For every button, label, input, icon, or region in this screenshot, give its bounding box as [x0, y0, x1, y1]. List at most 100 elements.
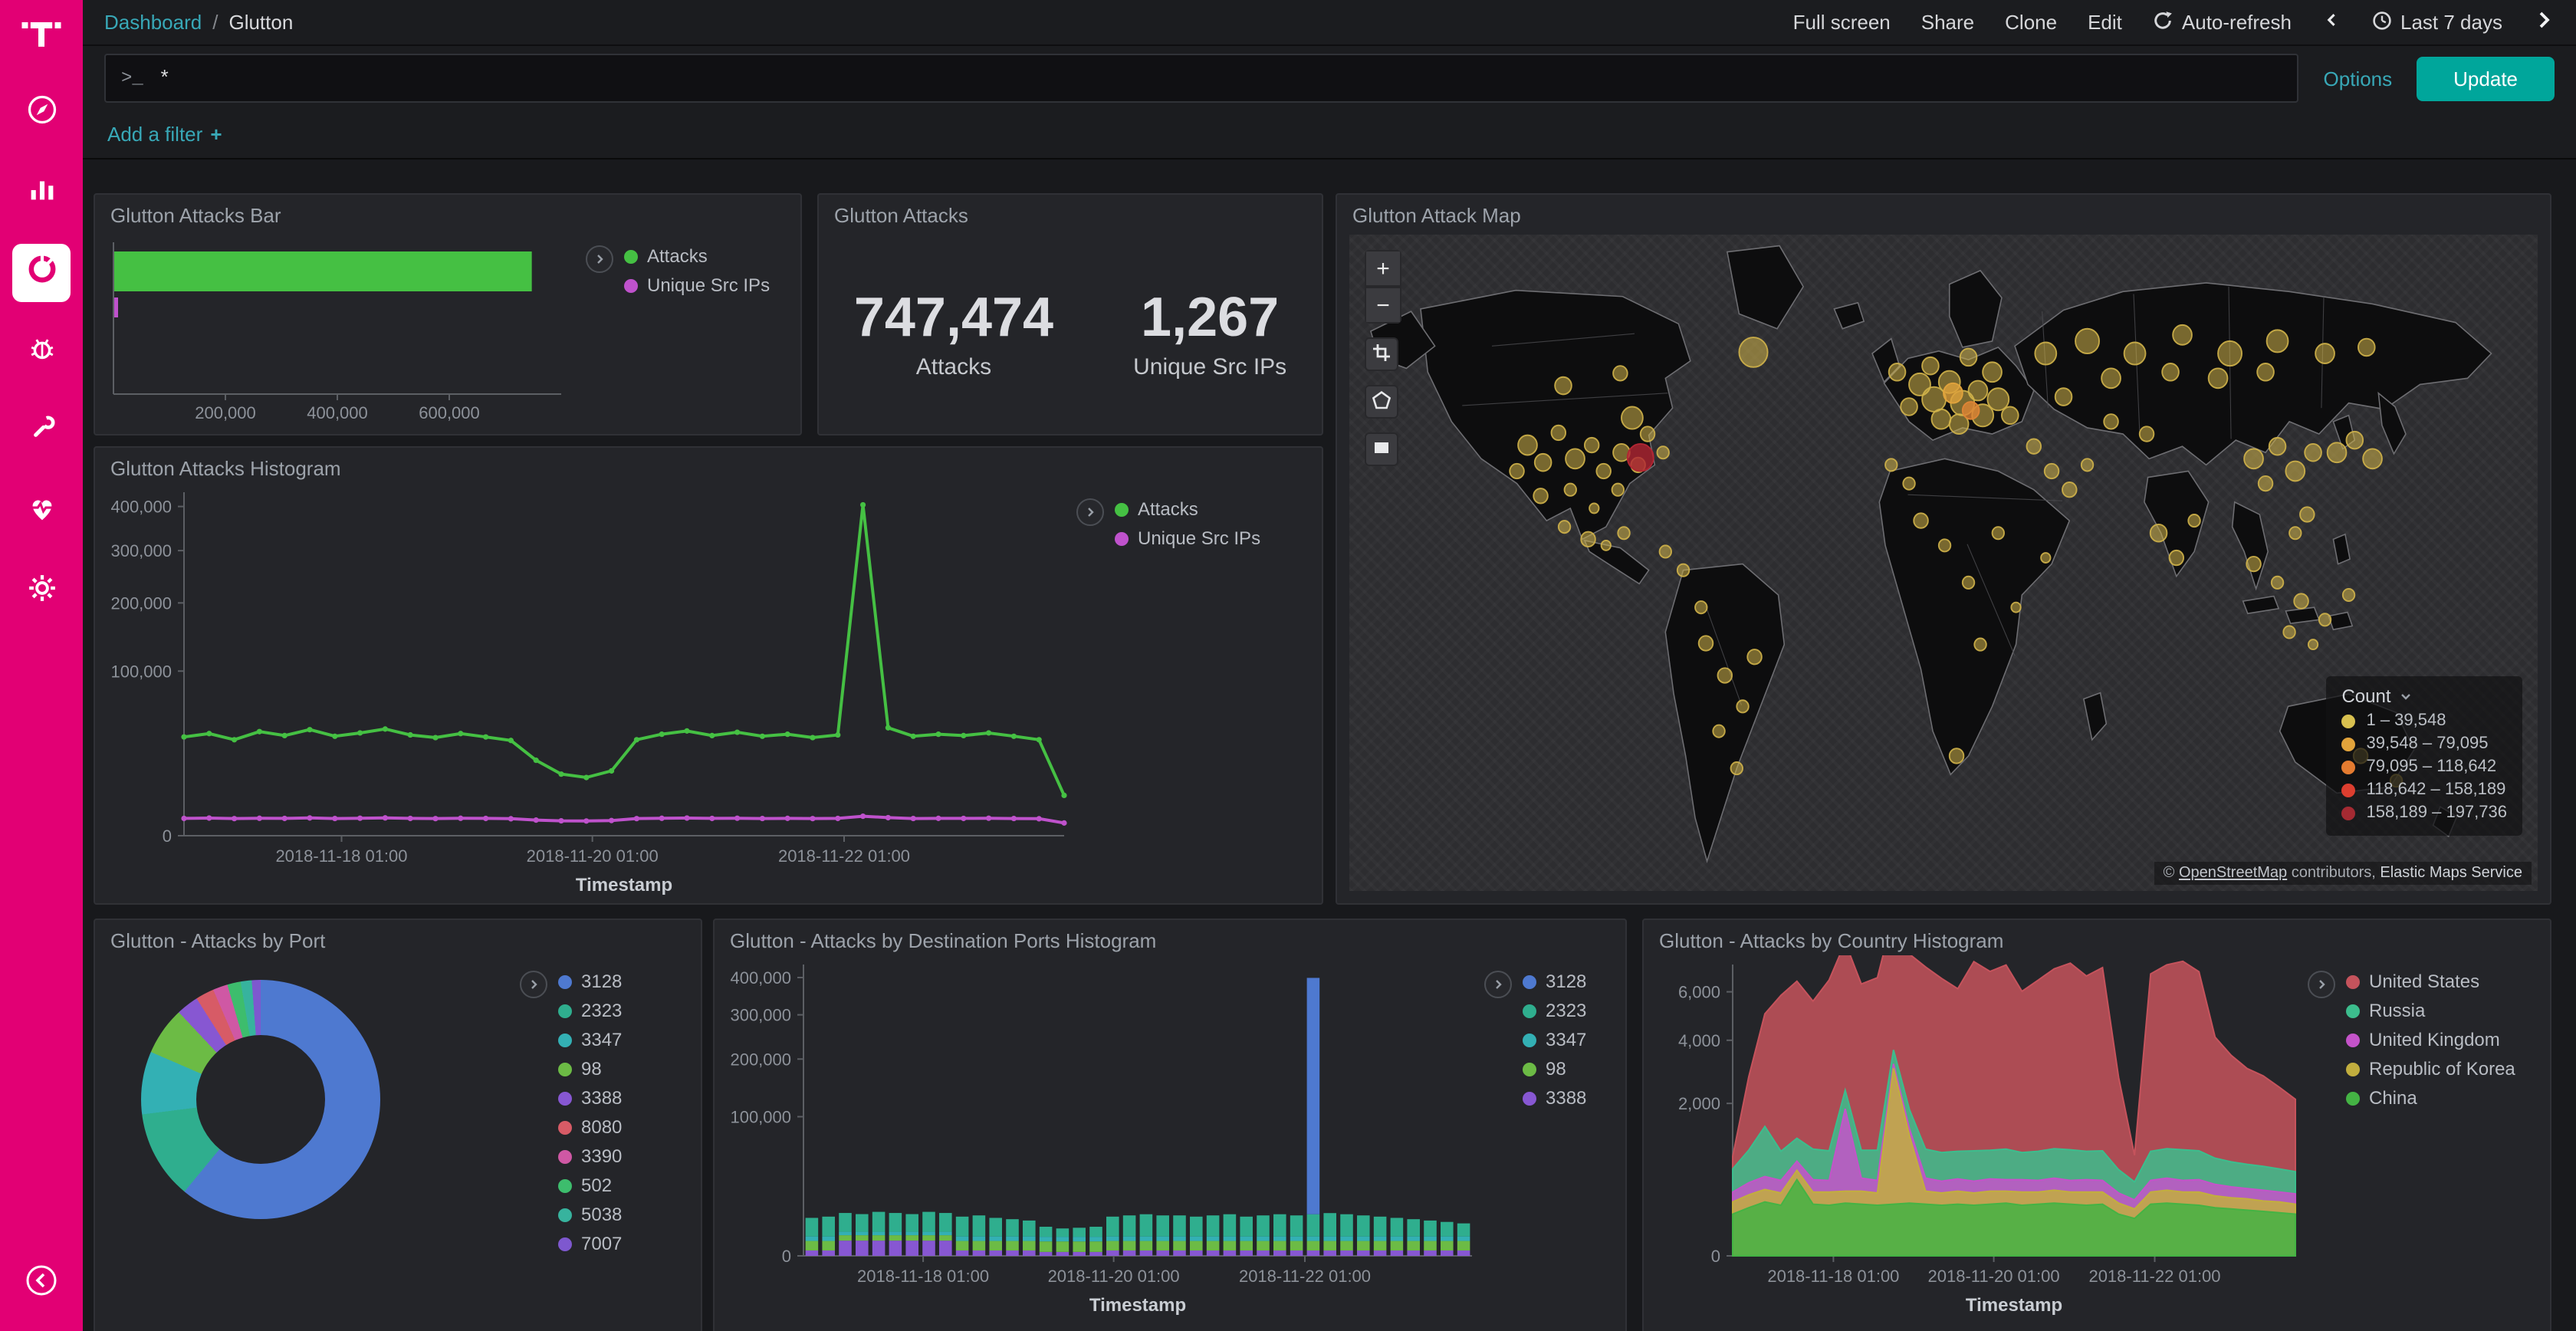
legend-label: 7007	[581, 1233, 622, 1254]
attack-bubble	[1983, 362, 2002, 382]
legend-item[interactable]: Russia	[2346, 1000, 2515, 1021]
legend-item[interactable]: 3390	[558, 1145, 622, 1167]
svg-text:2018-11-18 01:00: 2018-11-18 01:00	[857, 1267, 989, 1286]
attack-bubble	[1618, 527, 1630, 539]
attack-map[interactable]: + −	[1349, 235, 2538, 891]
query-options-link[interactable]: Options	[2324, 67, 2393, 90]
sidebar-item-management[interactable]	[12, 563, 71, 621]
sidebar-item-monitoring[interactable]	[12, 483, 71, 541]
legend-item[interactable]: 2323	[1523, 1000, 1586, 1021]
legend-item[interactable]: Attacks	[1115, 498, 1260, 520]
attack-bubble	[1677, 564, 1690, 577]
clone-button[interactable]: Clone	[2005, 11, 2057, 34]
attack-bubble	[2101, 368, 2121, 388]
legend-item[interactable]: 98	[1523, 1058, 1586, 1080]
sidebar-item-dashboard[interactable]	[12, 244, 71, 302]
legend-toggle-icon[interactable]	[520, 971, 547, 998]
legend-label: Russia	[2369, 1000, 2425, 1021]
auto-refresh-label: Auto-refresh	[2182, 11, 2292, 34]
update-button[interactable]: Update	[2417, 56, 2555, 100]
legend-toggle-icon[interactable]	[2308, 971, 2335, 998]
legend-toggle-icon[interactable]	[1484, 971, 1512, 998]
legend-toggle-icon[interactable]	[586, 245, 613, 273]
map-legend-item: 158,189 – 197,736	[2341, 804, 2507, 822]
legend-item[interactable]: 2323	[558, 1000, 622, 1021]
auto-refresh-button[interactable]: Auto-refresh	[2153, 10, 2292, 35]
panel-title: Glutton Attack Map	[1337, 195, 2550, 230]
legend-item[interactable]: 8080	[558, 1116, 622, 1138]
legend-item[interactable]: Unique Src IPs	[624, 274, 770, 296]
map-legend-color-dot	[2341, 737, 2355, 751]
panel-title: Glutton - Attacks by Destination Ports H…	[715, 920, 1625, 955]
legend-label: 3128	[1546, 971, 1586, 992]
legend-item[interactable]: United States	[2346, 971, 2515, 992]
legend-label: 98	[581, 1058, 602, 1080]
map-crop-tool-button[interactable]	[1365, 337, 1398, 371]
legend-label: 502	[581, 1175, 612, 1196]
legend-item[interactable]: 502	[558, 1175, 622, 1196]
legend-item[interactable]: 3347	[1523, 1029, 1586, 1050]
attack-bubble	[1969, 381, 1988, 401]
attribution-prefix: ©	[2164, 865, 2179, 882]
legend-item[interactable]: Attacks	[624, 245, 770, 267]
attack-bubble	[2285, 462, 2305, 481]
breadcrumb-dashboard-link[interactable]: Dashboard	[104, 11, 202, 34]
legend-toggle-icon[interactable]	[1076, 498, 1104, 526]
legend-item[interactable]: Republic of Korea	[2346, 1058, 2515, 1080]
legend-item[interactable]: Unique Src IPs	[1115, 527, 1260, 549]
legend-item[interactable]: 98	[558, 1058, 622, 1080]
attack-bubble	[2150, 524, 2167, 542]
full-screen-button[interactable]: Full screen	[1793, 11, 1891, 34]
time-range-picker[interactable]: Last 7 days	[2371, 10, 2502, 35]
bug-icon	[24, 331, 59, 374]
legend-item[interactable]: 7007	[558, 1233, 622, 1254]
legend-item[interactable]: 3347	[558, 1029, 622, 1050]
svg-text:0: 0	[1711, 1247, 1720, 1266]
legend-color-dot	[558, 1004, 572, 1017]
map-zoom-in-button[interactable]: +	[1365, 250, 1401, 287]
legend-color-dot	[558, 1120, 572, 1134]
osm-link[interactable]: OpenStreetMap	[2179, 865, 2287, 882]
chevron-down-icon[interactable]	[2400, 685, 2413, 707]
svg-text:200,000: 200,000	[195, 403, 256, 422]
panel-title: Glutton Attacks	[819, 195, 1322, 230]
breadcrumb-current: Glutton	[228, 11, 293, 34]
legend-label: United Kingdom	[2369, 1029, 2500, 1050]
map-polygon-tool-button[interactable]	[1365, 385, 1398, 419]
legend-item[interactable]: 3388	[1523, 1087, 1586, 1109]
time-back-button[interactable]	[2322, 11, 2341, 34]
map-rectangle-tool-button[interactable]	[1365, 432, 1398, 466]
svg-text:Timestamp: Timestamp	[1089, 1295, 1186, 1316]
legend-item[interactable]: 3128	[1523, 971, 1586, 992]
filter-bar: Add a filter+	[83, 110, 2576, 159]
legend-item[interactable]: United Kingdom	[2346, 1029, 2515, 1050]
time-forward-button[interactable]	[2533, 9, 2555, 35]
chart-legend: Attacks Unique Src IPs	[586, 230, 800, 434]
tmobile-logo[interactable]	[18, 12, 64, 60]
share-button[interactable]: Share	[1921, 11, 1974, 34]
attack-bubble	[2209, 368, 2228, 388]
map-zoom-out-button[interactable]: −	[1365, 287, 1401, 324]
sidebar-item-discover[interactable]	[12, 84, 71, 143]
svg-text:400,000: 400,000	[110, 498, 172, 517]
attack-bubble-hot	[1628, 444, 1654, 472]
attack-bubble	[1660, 545, 1672, 557]
legend-item[interactable]: 5038	[558, 1204, 622, 1225]
legend-item[interactable]: 3128	[558, 971, 622, 992]
sidebar-item-visualize[interactable]	[12, 164, 71, 222]
collapse-nav-button[interactable]	[12, 1254, 71, 1313]
edit-button[interactable]: Edit	[2088, 11, 2122, 34]
attack-bubble	[2269, 438, 2286, 455]
attack-bubble	[2170, 550, 2184, 565]
donut-chart[interactable]	[141, 980, 380, 1219]
plus-icon: +	[210, 123, 222, 146]
sidebar-item-apm[interactable]	[12, 324, 71, 382]
add-filter-link[interactable]: Add a filter+	[107, 123, 222, 146]
attack-bubble	[1699, 636, 1714, 650]
sidebar-item-dev-tools[interactable]	[12, 403, 71, 462]
query-input[interactable]: >_ *	[104, 54, 2299, 103]
legend-item[interactable]: 3388	[558, 1087, 622, 1109]
legend-label: 98	[1546, 1058, 1566, 1080]
legend-item[interactable]: China	[2346, 1087, 2515, 1109]
panel-attacks-metric: Glutton Attacks 747,474 Attacks 1,267 Un…	[817, 193, 1323, 435]
